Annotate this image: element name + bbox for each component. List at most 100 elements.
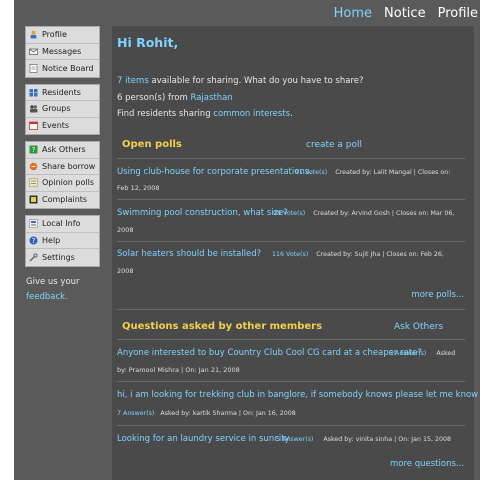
more-polls-link[interactable]: more polls... [411,290,464,300]
poll-question[interactable]: Swimming pool construction, what size? [117,208,288,218]
sidebar-item-label: Groups [42,104,71,114]
poll-creator: Created by: Sujit Jha | Closes on: Feb 2… [316,251,444,258]
items-text: available for sharing. What do you have … [148,76,364,86]
question-meta: 7 Answer(s) Asked by: kartik Sharma | On… [117,410,296,417]
vote-count[interactable]: 91 Vote(s) [295,169,327,176]
ask-others-link[interactable]: Ask Others [394,322,443,332]
sidebar-item-residents[interactable]: Residents [26,85,99,101]
sidebar-item-notice-board[interactable]: Notice Board [26,60,99,77]
sidebar-item-help[interactable]: ? Help [26,233,99,249]
nav-notice[interactable]: Notice [384,6,426,21]
local-info-icon [29,219,38,229]
sidebar-item-profile[interactable]: Profile [26,27,99,44]
poll-question[interactable]: Solar heaters should be installed? [117,249,261,259]
nav-home[interactable]: Home [334,6,372,21]
sidebar-item-label: Local Info [42,219,81,229]
sidebar-item-messages[interactable]: Messages [26,44,99,60]
question-meta: 5 Answer(s) Asked by: vinita sinha | On:… [276,436,451,443]
poll-meta: 91 Vote(s) Created by: Lalit Mangal | Cl… [295,169,450,176]
answer-count[interactable]: 5 Answer(s) [389,350,426,357]
create-poll-link[interactable]: create a poll [306,140,362,150]
asked-label: Asked [436,350,456,357]
sidebar-item-label: Profile [42,30,67,40]
poll-creator: Created by: Arvind Gosh | Closes on: Mar… [313,210,455,217]
opinion-polls-icon [29,178,38,188]
sharing-summary: 7 items available for sharing. What do y… [117,76,364,86]
vote-count[interactable]: 98 Vote(s) [273,210,305,217]
residents-suffix: . [290,109,293,119]
section-title-open-polls: Open polls [122,139,182,150]
persons-summary: 6 person(s) from Rajasthan [117,93,233,103]
sidebar-item-label: Residents [42,87,81,97]
sidebar-item-complaints[interactable]: Complaints [26,192,99,209]
greeting: Hi Rohit, [117,35,179,50]
poll-meta: 116 Vote(s) Created by: Sujit Jha | Clos… [272,251,444,258]
feedback-prefix: Give us your [26,276,80,287]
residents-icon [29,88,38,97]
top-nav: Home Notice Profile [334,2,480,24]
residents-text: Find residents sharing [117,109,214,119]
svg-text:?: ? [32,146,36,154]
question-title[interactable]: hi, i am looking for trekking club in ba… [117,390,480,400]
help-icon: ? [29,236,38,245]
sidebar-item-ask-others[interactable]: ? Ask Others [26,142,99,159]
question-asker: Asked by: kartik Sharma | On: Jan 16, 20… [160,410,296,417]
items-link[interactable]: 7 items [117,76,149,86]
sidebar-item-events[interactable]: Events [26,118,99,135]
sidebar-item-settings[interactable]: Settings [26,249,99,266]
common-interests-link[interactable]: common interests [213,109,290,119]
sidebar-item-label: Messages [42,46,82,56]
poll-date: 2008 [117,267,134,275]
divider [117,381,465,382]
main-panel: Hi Rohit, 7 items available for sharing.… [112,26,480,480]
sidebar-group-community: Residents Groups Events [25,83,100,135]
poll-date: Feb 12, 2008 [117,184,160,192]
nav-profile[interactable]: Profile [438,6,478,21]
sidebar-item-label: Complaints [42,195,88,205]
persons-text: 6 person(s) from [117,93,191,103]
divider [117,425,465,426]
envelope-icon [29,47,38,56]
divider [117,309,465,310]
divider [117,199,465,200]
sidebar-item-label: Ask Others [42,145,86,155]
answer-count[interactable]: 5 Answer(s) [276,436,313,443]
settings-icon [29,253,38,262]
question-title[interactable]: Looking for an laundry service in suncit… [117,434,290,444]
poll-question[interactable]: Using club-house for corporate presentat… [117,167,312,177]
share-borrow-icon [29,162,38,171]
sidebar-item-share-borrow[interactable]: Share borrow [26,159,99,175]
notice-board-icon [29,63,38,73]
sidebar-item-label: Settings [42,252,75,262]
residents-summary: Find residents sharing common interests. [117,109,293,119]
poll-creator: Created by: Lalit Mangal | Closes on: [335,169,451,176]
sidebar-item-opinion-polls[interactable]: Opinion polls [26,175,99,192]
ask-others-icon: ? [29,145,38,154]
sidebar-group-personal: Profile Messages Notice Board [25,26,100,78]
divider [117,241,465,242]
answer-count[interactable]: 7 Answer(s) [117,410,154,417]
sidebar-item-label: Events [42,121,70,131]
svg-text:?: ? [32,237,36,245]
groups-icon [29,104,38,113]
more-questions-link[interactable]: more questions... [390,459,464,469]
section-title-questions: Questions asked by other members [122,321,323,332]
feedback-prompt: Give us your feedback. [25,275,100,305]
sidebar-item-label: Opinion polls [42,178,94,188]
calendar-icon [29,121,38,131]
divider [117,158,465,159]
question-title[interactable]: Anyone interested to buy Country Club Co… [117,348,422,358]
feedback-link[interactable]: feedback. [26,292,68,302]
sidebar-item-groups[interactable]: Groups [26,101,99,118]
poll-date: 2008 [117,226,134,234]
complaints-icon [29,195,38,204]
profile-icon [29,30,38,39]
app-frame: Home Notice Profile Profile Messages Not… [14,0,480,480]
question-meta: 5 Answer(s) Asked [389,350,455,357]
sidebar-item-local-info[interactable]: Local Info [26,216,99,233]
place-link[interactable]: Rajasthan [191,93,233,103]
question-asker: by: Pramool Mishra | On: Jan 21, 2008 [117,366,240,374]
sidebar-item-label: Share borrow [42,161,96,171]
vote-count[interactable]: 116 Vote(s) [272,251,308,258]
sidebar-item-label: Notice Board [42,63,94,73]
